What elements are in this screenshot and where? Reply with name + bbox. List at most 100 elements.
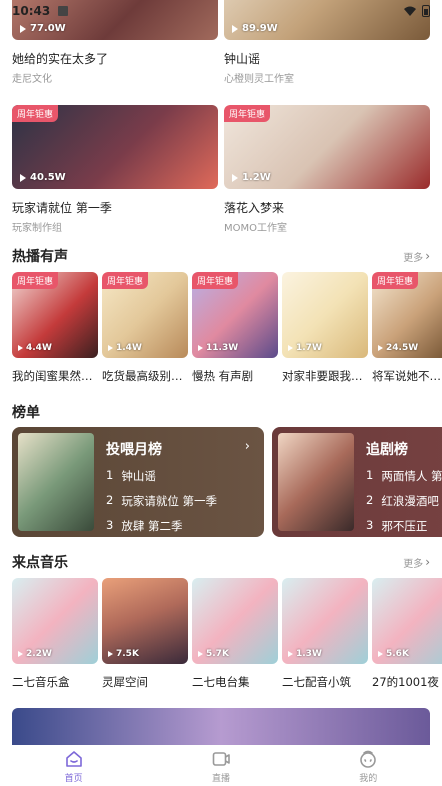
play-count: 40.5W bbox=[20, 172, 66, 183]
more-link[interactable]: 更多 › bbox=[403, 555, 430, 570]
play-count: 2.2W bbox=[18, 649, 52, 659]
status-time: 10:43 bbox=[12, 4, 51, 18]
drama-studio: 心橙则灵工作室 bbox=[224, 74, 294, 85]
play-icon bbox=[198, 651, 203, 657]
drama-card[interactable]: 周年钜惠 40.5W 玩家请就位 第一季 玩家制作组 bbox=[12, 105, 218, 234]
ranking-item[interactable]: 2 玩家请就位 第一季 bbox=[106, 493, 258, 509]
play-icon bbox=[378, 651, 383, 657]
drama-cover: 周年钜惠 1.2W bbox=[224, 105, 430, 189]
play-count: 11.3W bbox=[198, 343, 238, 353]
ranking-item[interactable]: 3 放肆 第二季 bbox=[106, 518, 258, 534]
drama-studio: 玩家制作组 bbox=[12, 223, 62, 234]
play-count: 4.4W bbox=[18, 343, 52, 353]
music-cover: 5.6K bbox=[372, 578, 442, 664]
ranking-item[interactable]: 3 邪不压正 bbox=[366, 518, 442, 534]
ranking-section-header: 榜单 bbox=[12, 402, 430, 422]
promo-badge: 周年钜惠 bbox=[372, 272, 419, 289]
chevron-right-icon: › bbox=[425, 249, 430, 263]
audio-title: 慢热 有声剧 bbox=[192, 369, 254, 383]
ranking-cover bbox=[278, 433, 354, 531]
more-link[interactable]: 更多 › bbox=[403, 249, 430, 264]
promo-badge: 周年钜惠 bbox=[12, 272, 59, 289]
drama-card[interactable]: 周年钜惠 1.2W 落花入梦来 MOMO工作室 bbox=[224, 105, 430, 234]
music-card[interactable]: 5.7K 二七电台集 bbox=[192, 578, 278, 690]
music-card[interactable]: 5.6K 27的1001夜 bbox=[372, 578, 442, 690]
audio-title: 我的闺蜜果然… bbox=[12, 369, 93, 383]
audio-title: 对家非要跟我… bbox=[282, 369, 363, 383]
ranking-info: 投喂月榜 › 1 钟山谣 2 玩家请就位 第一季 3 放肆 第二季 bbox=[106, 433, 258, 534]
audio-cover: 周年钜惠 1.4W bbox=[102, 272, 188, 358]
play-icon bbox=[198, 345, 203, 351]
battery-icon bbox=[422, 5, 430, 17]
drama-studio: 走尼文化 bbox=[12, 74, 52, 85]
audio-card[interactable]: 周年钜惠 1.4W 吃货最高级别… bbox=[102, 272, 188, 384]
play-icon bbox=[108, 651, 113, 657]
play-icon bbox=[108, 345, 113, 351]
play-count: 24.5W bbox=[378, 343, 418, 353]
play-icon bbox=[20, 24, 26, 33]
play-count: 1.7W bbox=[288, 343, 322, 353]
chevron-right-icon[interactable]: › bbox=[245, 439, 250, 454]
play-count: 7.5K bbox=[108, 649, 139, 659]
chevron-right-icon: › bbox=[425, 555, 430, 569]
promo-badge: 周年钜惠 bbox=[12, 105, 59, 122]
tab-label: 首页 bbox=[64, 774, 83, 784]
wifi-icon bbox=[404, 6, 416, 16]
second-card-row: 周年钜惠 40.5W 玩家请就位 第一季 玩家制作组 周年钜惠 1.2W 落花入… bbox=[12, 105, 430, 234]
ranking-row[interactable]: 投喂月榜 › 1 钟山谣 2 玩家请就位 第一季 3 放肆 第二季 追剧榜 1 两面情人… bbox=[12, 427, 442, 537]
audio-card[interactable]: 周年钜惠 4.4W 我的闺蜜果然… bbox=[12, 272, 98, 384]
promo-badge: 周年钜惠 bbox=[102, 272, 149, 289]
music-card[interactable]: 7.5K 灵犀空间 bbox=[102, 578, 188, 690]
music-title: 二七配音小筑 bbox=[282, 675, 351, 689]
play-icon bbox=[378, 345, 383, 351]
status-icons bbox=[404, 5, 430, 17]
music-card[interactable]: 2.2W 二七音乐盒 bbox=[12, 578, 98, 690]
ranking-title: 投喂月榜 bbox=[106, 442, 162, 458]
music-title: 灵犀空间 bbox=[102, 675, 148, 689]
play-count: 89.9W bbox=[232, 23, 278, 34]
play-count: 5.7K bbox=[198, 649, 229, 659]
tab-label: 直播 bbox=[211, 774, 230, 784]
tab-label: 我的 bbox=[359, 774, 378, 784]
audio-title: 将军说她不… bbox=[372, 369, 441, 383]
promo-badge: 周年钜惠 bbox=[224, 105, 271, 122]
audio-card[interactable]: 1.7W 对家非要跟我… bbox=[282, 272, 368, 384]
music-card[interactable]: 1.3W 二七配音小筑 bbox=[282, 578, 368, 690]
home-icon bbox=[65, 751, 82, 767]
audio-cover: 周年钜惠 11.3W bbox=[192, 272, 278, 358]
ranking-item[interactable]: 1 两面情人 第 bbox=[366, 468, 442, 484]
audio-cover: 周年钜惠 4.4W bbox=[12, 272, 98, 358]
drama-title: 玩家请就位 第一季 bbox=[12, 201, 112, 215]
music-scroll-row[interactable]: 2.2W 二七音乐盒 7.5K 灵犀空间 5.7K 二七电台集 1.3W 二七配… bbox=[12, 578, 442, 690]
audio-title: 吃货最高级别… bbox=[102, 369, 183, 383]
play-icon bbox=[288, 651, 293, 657]
play-icon bbox=[18, 651, 23, 657]
play-icon bbox=[20, 173, 26, 182]
audio-card[interactable]: 周年钜惠 11.3W 慢热 有声剧 bbox=[192, 272, 278, 384]
music-title: 二七电台集 bbox=[192, 675, 250, 689]
ranking-item[interactable]: 2 红浪漫酒吧 bbox=[366, 493, 442, 509]
ranking-cover bbox=[18, 433, 94, 531]
bottom-tab-bar: 首页 直播 我的 bbox=[0, 745, 442, 786]
tab-live[interactable]: 直播 bbox=[191, 749, 251, 784]
drama-cover: 周年钜惠 40.5W bbox=[12, 105, 218, 189]
ranking-card-drama[interactable]: 追剧榜 1 两面情人 第 2 红浪漫酒吧 3 邪不压正 bbox=[272, 427, 442, 537]
music-cover: 5.7K bbox=[192, 578, 278, 664]
play-count: 1.4W bbox=[108, 343, 142, 353]
music-section-header: 来点音乐 更多 › bbox=[12, 552, 430, 572]
play-icon bbox=[18, 345, 23, 351]
ranking-card-feed[interactable]: 投喂月榜 › 1 钟山谣 2 玩家请就位 第一季 3 放肆 第二季 bbox=[12, 427, 264, 537]
play-count: 1.2W bbox=[232, 172, 271, 183]
audio-cover: 周年钜惠 24.5W bbox=[372, 272, 442, 358]
play-icon bbox=[232, 173, 238, 182]
play-count: 77.0W bbox=[20, 23, 66, 34]
tab-home[interactable]: 首页 bbox=[44, 749, 104, 784]
ranking-item[interactable]: 1 钟山谣 bbox=[106, 468, 258, 484]
tab-mine[interactable]: 我的 bbox=[338, 749, 398, 784]
status-bar: 10:43 bbox=[0, 0, 442, 22]
promo-banner[interactable] bbox=[12, 708, 430, 745]
hot-scroll-row[interactable]: 周年钜惠 4.4W 我的闺蜜果然… 周年钜惠 1.4W 吃货最高级别… 周年钜惠… bbox=[12, 272, 442, 384]
play-icon bbox=[232, 24, 238, 33]
audio-card[interactable]: 周年钜惠 24.5W 将军说她不… bbox=[372, 272, 442, 384]
hot-section-header: 热播有声 更多 › bbox=[12, 246, 430, 266]
